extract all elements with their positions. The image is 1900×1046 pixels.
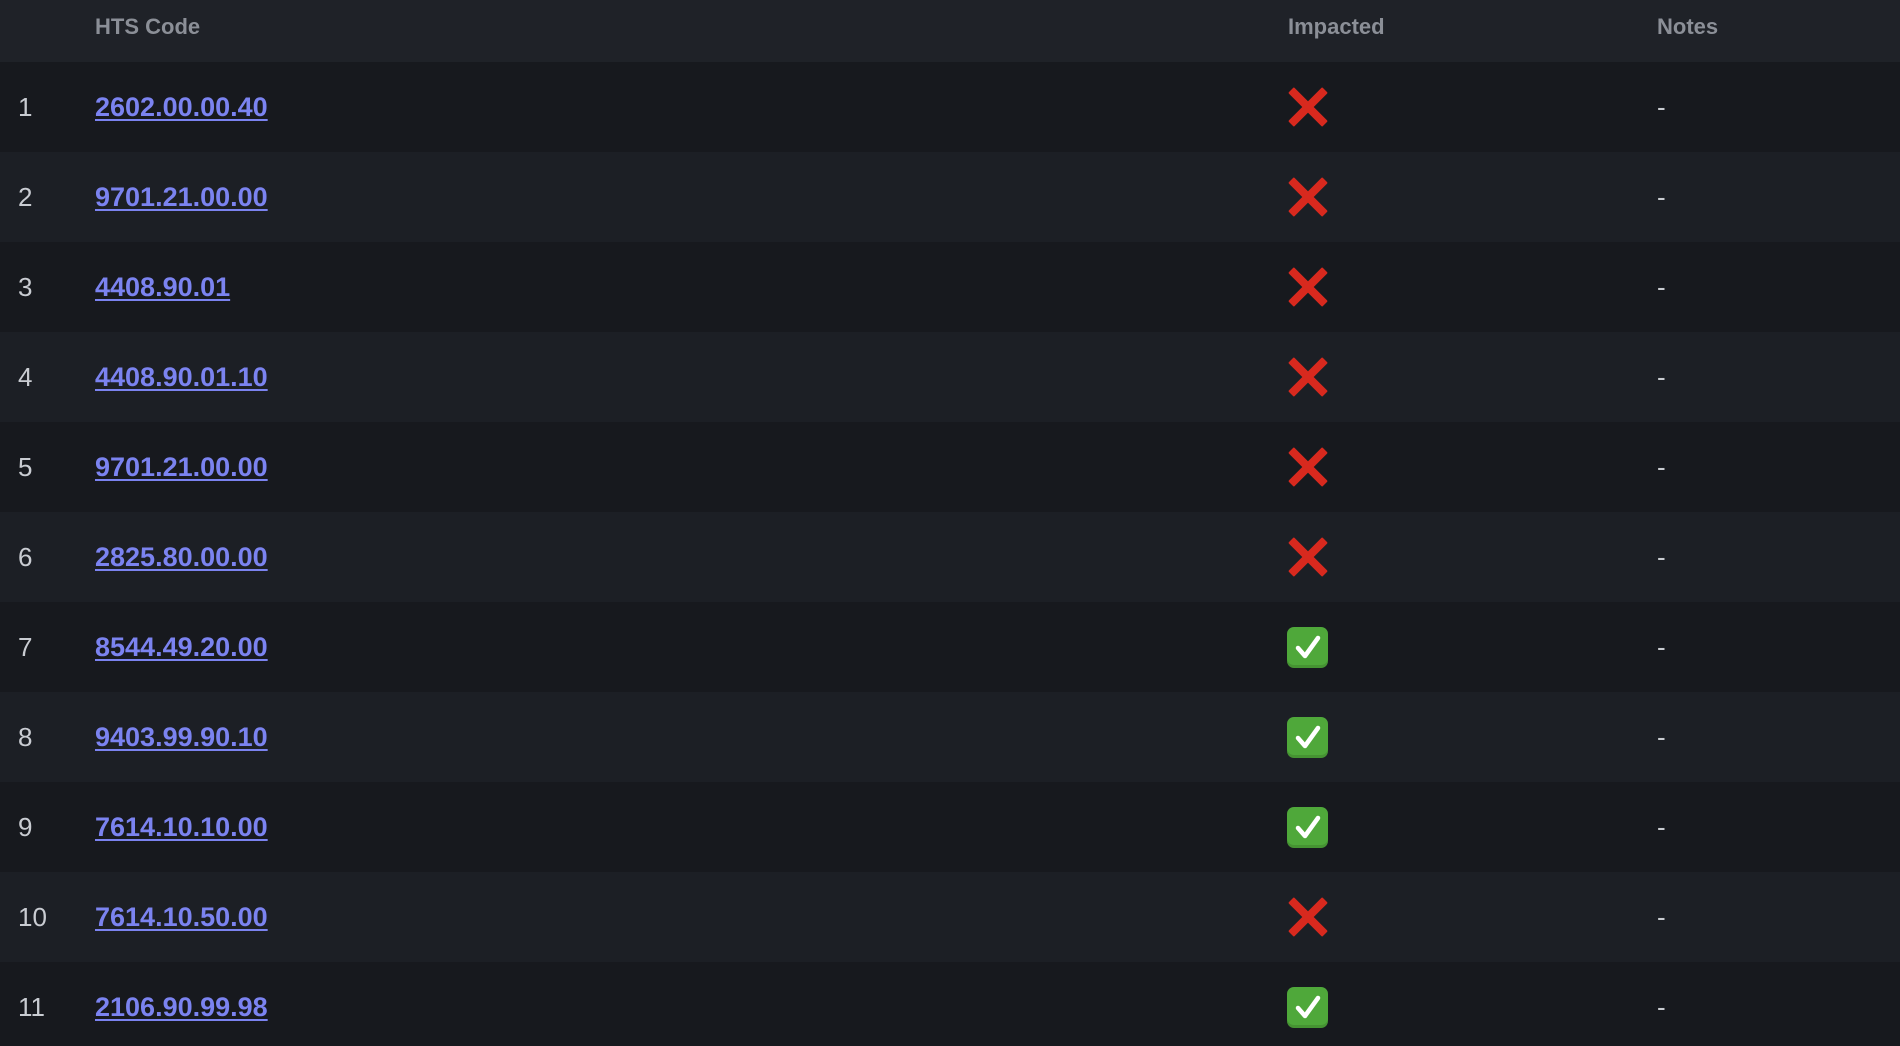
hts-code-cell: 2106.90.99.98 — [95, 962, 268, 1046]
hts-code-cell: 9701.21.00.00 — [95, 152, 268, 242]
row-number: 9 — [18, 811, 33, 842]
cross-mark-icon — [1287, 896, 1329, 938]
header-impacted[interactable]: Impacted — [1288, 0, 1385, 54]
row-number: 1 — [18, 91, 33, 122]
hts-code-link[interactable]: 2106.90.99.98 — [95, 992, 268, 1023]
impacted-cell — [1287, 422, 1329, 512]
hts-code-cell: 2602.00.00.40 — [95, 62, 268, 152]
table-row: 7 8544.49.20.00 - — [0, 602, 1900, 692]
cross-mark-icon — [1287, 86, 1329, 128]
row-number: 6 — [18, 541, 33, 572]
table-row: 9 7614.10.10.00 - — [0, 782, 1900, 872]
row-number: 8 — [18, 721, 33, 752]
impacted-cell — [1287, 62, 1329, 152]
notes-cell: - — [1657, 181, 1666, 212]
hts-code-link[interactable]: 2602.00.00.40 — [95, 92, 268, 123]
table-row: 11 2106.90.99.98 - — [0, 962, 1900, 1046]
hts-code-link[interactable]: 8544.49.20.00 — [95, 632, 268, 663]
notes-cell: - — [1657, 451, 1666, 482]
notes-cell: - — [1657, 991, 1666, 1022]
check-mark-icon — [1287, 626, 1328, 668]
notes-cell: - — [1657, 91, 1666, 122]
row-number: 7 — [18, 631, 33, 662]
hts-code-cell: 8544.49.20.00 — [95, 602, 268, 692]
row-number: 5 — [18, 451, 33, 482]
notes-cell: - — [1657, 901, 1666, 932]
row-number: 10 — [18, 901, 47, 932]
row-number: 11 — [18, 991, 45, 1022]
hts-code-cell: 9701.21.00.00 — [95, 422, 268, 512]
table-row: 4 4408.90.01.10 - — [0, 332, 1900, 422]
impacted-cell — [1287, 872, 1329, 962]
impacted-cell — [1287, 152, 1329, 242]
hts-code-cell: 7614.10.10.00 — [95, 782, 268, 872]
notes-cell: - — [1657, 541, 1666, 572]
hts-code-cell: 2825.80.00.00 — [95, 512, 268, 602]
table-row: 5 9701.21.00.00 - — [0, 422, 1900, 512]
table-header: HTS Code Impacted Notes — [0, 0, 1900, 62]
hts-code-link[interactable]: 4408.90.01 — [95, 272, 230, 303]
header-hts-code[interactable]: HTS Code — [95, 0, 200, 54]
row-number: 2 — [18, 181, 33, 212]
impacted-cell — [1287, 512, 1329, 602]
impacted-cell — [1287, 782, 1328, 872]
row-number: 3 — [18, 271, 33, 302]
impacted-cell — [1287, 692, 1328, 782]
table-row: 3 4408.90.01 - — [0, 242, 1900, 332]
notes-cell: - — [1657, 361, 1666, 392]
table-row: 10 7614.10.50.00 - — [0, 872, 1900, 962]
table-row: 6 2825.80.00.00 - — [0, 512, 1900, 602]
hts-code-cell: 4408.90.01.10 — [95, 332, 268, 422]
hts-code-cell: 9403.99.90.10 — [95, 692, 268, 782]
impacted-cell — [1287, 242, 1329, 332]
check-mark-icon — [1287, 806, 1328, 848]
hts-code-link[interactable]: 4408.90.01.10 — [95, 362, 268, 393]
notes-cell: - — [1657, 271, 1666, 302]
header-notes[interactable]: Notes — [1657, 0, 1718, 54]
notes-cell: - — [1657, 811, 1666, 842]
hts-code-link[interactable]: 7614.10.50.00 — [95, 902, 268, 933]
cross-mark-icon — [1287, 446, 1329, 488]
check-mark-icon — [1287, 716, 1328, 758]
cross-mark-icon — [1287, 356, 1329, 398]
row-number: 4 — [18, 361, 33, 392]
hts-code-link[interactable]: 2825.80.00.00 — [95, 542, 268, 573]
impacted-cell — [1287, 602, 1328, 692]
check-mark-icon — [1287, 986, 1328, 1028]
hts-code-link[interactable]: 9701.21.00.00 — [95, 182, 268, 213]
hts-code-link[interactable]: 9701.21.00.00 — [95, 452, 268, 483]
table-body: 1 2602.00.00.40 - 2 9701.21.00.00 - 3 4408.90.0… — [0, 62, 1900, 1046]
table-row: 1 2602.00.00.40 - — [0, 62, 1900, 152]
cross-mark-icon — [1287, 536, 1329, 578]
table-row: 2 9701.21.00.00 - — [0, 152, 1900, 242]
table-row: 8 9403.99.90.10 - — [0, 692, 1900, 782]
notes-cell: - — [1657, 631, 1666, 662]
impacted-cell — [1287, 332, 1329, 422]
hts-code-cell: 4408.90.01 — [95, 242, 230, 332]
hts-code-cell: 7614.10.50.00 — [95, 872, 268, 962]
hts-code-table: HTS Code Impacted Notes 1 2602.00.00.40-2… — [0, 0, 1900, 1046]
hts-code-link[interactable]: 7614.10.10.00 — [95, 812, 268, 843]
impacted-cell — [1287, 962, 1328, 1046]
cross-mark-icon — [1287, 176, 1329, 218]
notes-cell: - — [1657, 721, 1666, 752]
hts-code-link[interactable]: 9403.99.90.10 — [95, 722, 268, 753]
cross-mark-icon — [1287, 266, 1329, 308]
